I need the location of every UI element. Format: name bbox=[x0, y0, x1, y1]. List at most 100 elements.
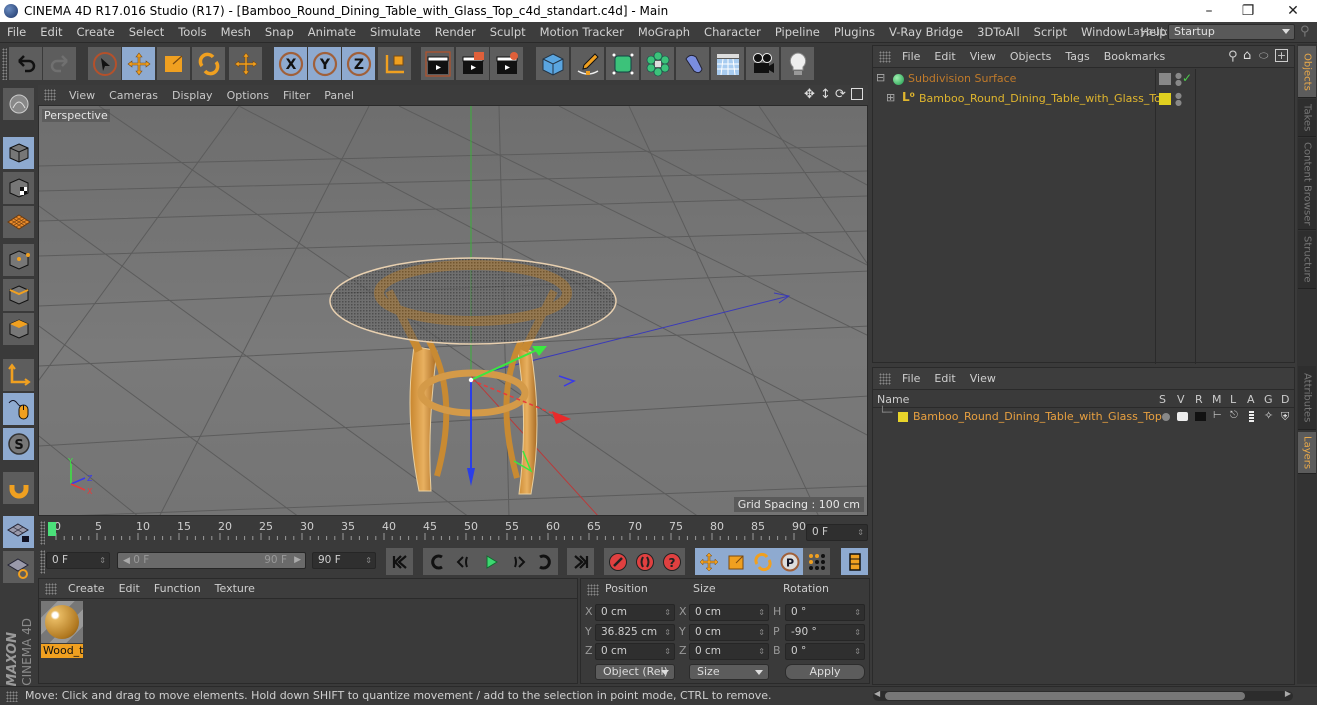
rotation-p-field[interactable]: -90 ° ⇕ bbox=[785, 624, 865, 641]
scroll-right-icon[interactable]: ▶ bbox=[1285, 689, 1291, 698]
coordinate-mode-select[interactable]: Object (Rel) bbox=[595, 664, 675, 680]
menu-edit[interactable]: Edit bbox=[33, 25, 69, 39]
timeline-ruler[interactable]: 0 5 10 15 20 25 30 35 40 45 50 55 60 65 70 75 80 85 90 bbox=[46, 520, 806, 544]
object-name[interactable]: Bamboo_Round_Dining_Table_with_Glass_Top bbox=[919, 92, 1168, 105]
light-button[interactable] bbox=[781, 47, 814, 80]
menu-pipeline[interactable]: Pipeline bbox=[768, 25, 827, 39]
menu-tools[interactable]: Tools bbox=[171, 25, 213, 39]
cube-button[interactable] bbox=[536, 47, 569, 80]
spinner-icon[interactable]: ⇕ bbox=[758, 644, 765, 659]
cloner-button[interactable] bbox=[641, 47, 674, 80]
current-frame-field[interactable]: 0 F ⇕ bbox=[806, 524, 868, 541]
link-icon[interactable]: ⬭ bbox=[1259, 49, 1268, 63]
new-panel-icon[interactable]: + bbox=[1275, 49, 1288, 62]
material-menu-create[interactable]: Create bbox=[61, 582, 112, 595]
horizontal-scrollbar[interactable]: ◀ ▶ bbox=[873, 689, 1293, 701]
viewport-menu-panel[interactable]: Panel bbox=[317, 89, 361, 102]
viewport-menu-cameras[interactable]: Cameras bbox=[102, 89, 165, 102]
planar-workplane-button[interactable] bbox=[3, 551, 34, 583]
world-coordinate-button[interactable] bbox=[378, 47, 411, 80]
menu-motion-tracker[interactable]: Motion Tracker bbox=[533, 25, 631, 39]
menu-mesh[interactable]: Mesh bbox=[214, 25, 258, 39]
key-parameter-button[interactable]: P bbox=[776, 548, 803, 575]
size-z-field[interactable]: 0 cm ⇕ bbox=[689, 643, 769, 660]
end-frame-field[interactable]: 90 F ⇕ bbox=[312, 552, 376, 569]
column-solo[interactable]: S bbox=[1159, 393, 1166, 406]
visibility-dots-icon[interactable]: ● ● bbox=[1175, 92, 1182, 107]
column-locked[interactable]: L bbox=[1230, 393, 1236, 406]
previous-key-button[interactable] bbox=[423, 548, 450, 575]
objects-menu-objects[interactable]: Objects bbox=[1003, 50, 1059, 63]
material-swatch[interactable]: Wood_t bbox=[41, 601, 83, 659]
spinner-icon[interactable]: ⇕ bbox=[664, 644, 671, 659]
menu-mograph[interactable]: MoGraph bbox=[631, 25, 697, 39]
spinner-icon[interactable]: ⇕ bbox=[854, 605, 861, 620]
objects-menu-view[interactable]: View bbox=[963, 50, 1003, 63]
menu-file[interactable]: File bbox=[0, 25, 33, 39]
search-icon[interactable]: ⚲ bbox=[1300, 24, 1310, 39]
column-generators[interactable]: G bbox=[1264, 393, 1273, 406]
objects-menu-file[interactable]: File bbox=[895, 50, 927, 63]
spinner-icon[interactable]: ⇕ bbox=[664, 625, 671, 640]
material-name[interactable]: Wood_t bbox=[41, 644, 83, 658]
tab-layers[interactable]: Layers bbox=[1298, 432, 1316, 474]
polygons-mode-button[interactable] bbox=[3, 313, 34, 345]
spinner-icon[interactable]: ⇕ bbox=[854, 625, 861, 640]
layers-menu-edit[interactable]: Edit bbox=[927, 372, 962, 385]
tab-attributes[interactable]: Attributes bbox=[1298, 366, 1316, 430]
menu-snap[interactable]: Snap bbox=[258, 25, 301, 39]
column-deformers[interactable]: D bbox=[1281, 393, 1289, 406]
spinner-icon[interactable]: ⇕ bbox=[854, 644, 861, 659]
tweak-mode-button[interactable] bbox=[3, 393, 34, 425]
search-icon[interactable]: ⚲ bbox=[1228, 49, 1238, 64]
material-menu-function[interactable]: Function bbox=[147, 582, 208, 595]
panel-grip[interactable] bbox=[40, 550, 45, 574]
visible-eye-icon[interactable] bbox=[1177, 412, 1188, 421]
panel-grip[interactable] bbox=[879, 50, 891, 63]
render-view-button[interactable] bbox=[421, 47, 454, 80]
menu-animate[interactable]: Animate bbox=[301, 25, 363, 39]
column-animation[interactable]: A bbox=[1247, 393, 1255, 406]
frame-range-slider[interactable]: ◀ 0 F 90 F ▶ bbox=[117, 552, 306, 569]
timeline-window-button[interactable] bbox=[841, 548, 868, 575]
playhead-marker[interactable] bbox=[48, 522, 56, 536]
panel-grip[interactable] bbox=[6, 691, 18, 702]
menu-create[interactable]: Create bbox=[70, 25, 122, 39]
menu-window[interactable]: Window bbox=[1074, 25, 1133, 39]
viewport-menu-display[interactable]: Display bbox=[165, 89, 220, 102]
menu-sculpt[interactable]: Sculpt bbox=[483, 25, 533, 39]
size-y-field[interactable]: 0 cm ⇕ bbox=[689, 624, 769, 641]
rotation-h-field[interactable]: 0 ° ⇕ bbox=[785, 604, 865, 621]
toolbar-grip[interactable] bbox=[2, 48, 7, 80]
menu-script[interactable]: Script bbox=[1027, 25, 1074, 39]
viewport-menu-view[interactable]: View bbox=[62, 89, 102, 102]
scale-button[interactable] bbox=[157, 47, 190, 80]
menu-3dtoall[interactable]: 3DToAll bbox=[970, 25, 1027, 39]
panel-grip[interactable] bbox=[45, 582, 57, 595]
pen-spline-button[interactable] bbox=[571, 47, 604, 80]
manager-tree-icon[interactable]: ⊢ bbox=[1213, 410, 1222, 421]
tab-takes[interactable]: Takes bbox=[1298, 99, 1316, 137]
axis-mode-button[interactable] bbox=[3, 359, 34, 391]
layers-menu-view[interactable]: View bbox=[963, 372, 1003, 385]
tab-objects[interactable]: Objects bbox=[1298, 46, 1316, 98]
layer-row[interactable]: └─ Bamboo_Round_Dining_Table_with_Glass_… bbox=[873, 406, 1294, 426]
menu-select[interactable]: Select bbox=[122, 25, 171, 39]
panel-grip[interactable] bbox=[40, 521, 45, 545]
spinner-icon[interactable]: ⇕ bbox=[758, 605, 765, 620]
size-mode-select[interactable]: Size bbox=[689, 664, 769, 680]
next-key-button[interactable] bbox=[504, 548, 531, 575]
tab-content-browser[interactable]: Content Browser bbox=[1298, 138, 1316, 230]
zoom-view-icon[interactable]: ↕ bbox=[820, 87, 831, 102]
object-row[interactable]: ⊞ L⁰ Bamboo_Round_Dining_Table_with_Glas… bbox=[873, 90, 1294, 109]
layers-menu-file[interactable]: File bbox=[895, 372, 927, 385]
object-row[interactable]: ⊟ Subdivision Surface ● ● ✓ bbox=[873, 70, 1294, 89]
layer-color-swatch[interactable] bbox=[1159, 93, 1171, 105]
enabled-check-icon[interactable]: ✓ bbox=[1182, 71, 1192, 85]
render-clapper-icon[interactable] bbox=[1195, 412, 1206, 421]
close-button[interactable]: ✕ bbox=[1270, 0, 1316, 22]
position-z-field[interactable]: 0 cm ⇕ bbox=[595, 643, 675, 660]
subdivision-surface-button[interactable] bbox=[606, 47, 639, 80]
spinner-icon[interactable]: ⇕ bbox=[99, 553, 106, 568]
material-menu-texture[interactable]: Texture bbox=[208, 582, 262, 595]
